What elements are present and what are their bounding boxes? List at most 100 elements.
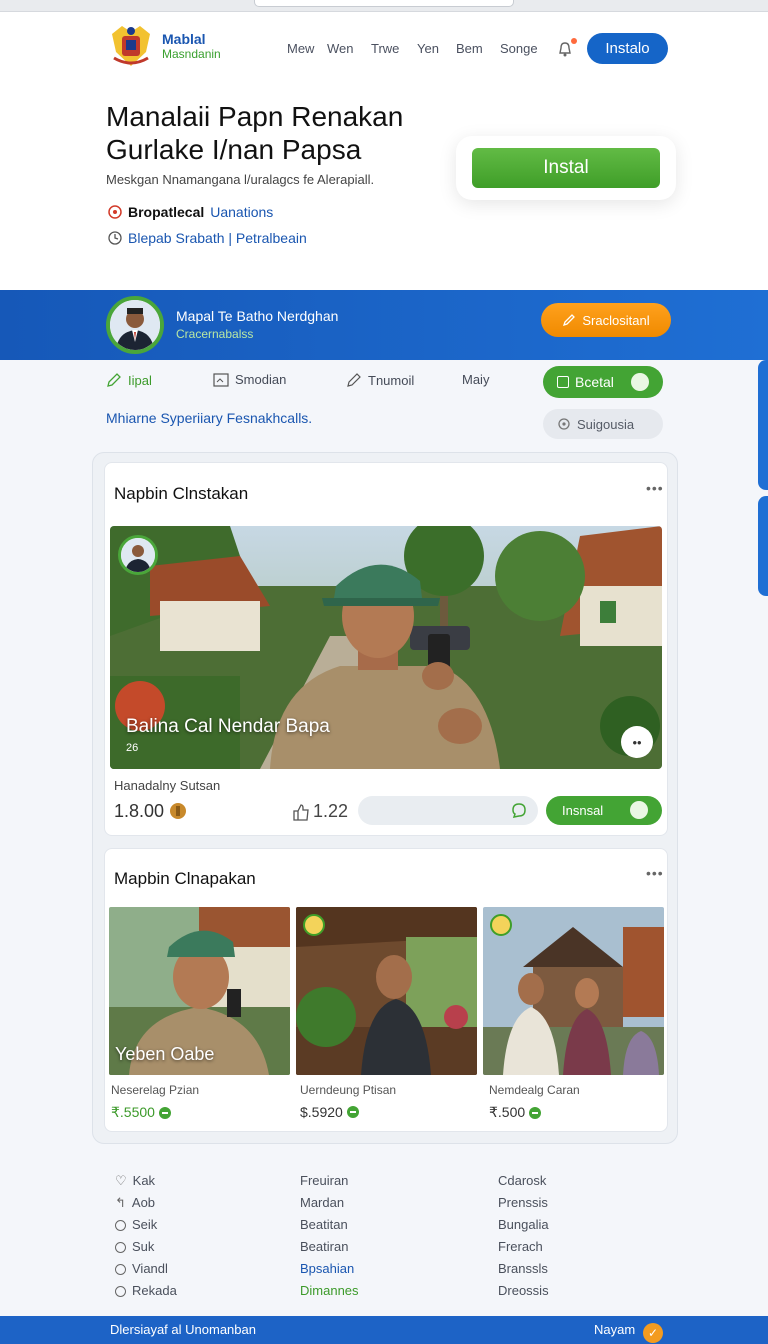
photo-caption: Balina Cal Nendar Bapa — [126, 716, 330, 737]
circle-icon — [115, 1219, 126, 1231]
add-icon[interactable] — [529, 1106, 542, 1119]
gallery-title: Mapbin Clnapakan — [114, 869, 256, 888]
hero-subtitle: Meskgan Nnamangana l/uralagcs fe Alerapi… — [106, 172, 375, 187]
checkbox-icon — [557, 376, 569, 388]
image-icon — [213, 372, 229, 387]
tab-1[interactable]: Iipal — [106, 372, 152, 388]
pencil-icon — [563, 314, 576, 327]
footer-link-label: Viandl — [132, 1261, 168, 1276]
coat-of-arms-logo[interactable] — [108, 22, 154, 68]
footer-link[interactable]: Prenssis — [498, 1192, 549, 1214]
tab-2[interactable]: Smodian — [213, 372, 286, 387]
tab-3[interactable]: Tnumoil — [346, 372, 414, 388]
profile-subtitle: Cracernabalss — [176, 327, 254, 341]
photo-author-avatar[interactable] — [118, 535, 158, 575]
nav-item-4[interactable]: Yen — [417, 41, 439, 56]
hero-title-line-1: Manalaii Papn Renakan — [106, 101, 404, 132]
nav-item-5[interactable]: Bem — [456, 41, 483, 56]
footer-column-2: Freuiran Mardan Beatitan Beatiran Bpsahi… — [300, 1170, 359, 1302]
footer-link[interactable]: Seik — [115, 1214, 177, 1236]
profile-action-label: Sraclositanl — [582, 312, 650, 328]
footer-link-label: Rekada — [132, 1283, 177, 1298]
footer-link[interactable]: Viandl — [115, 1258, 177, 1280]
tile-photo — [296, 907, 477, 1075]
gallery-tile-3[interactable] — [483, 907, 664, 1075]
footer-link[interactable]: Beatiran — [300, 1236, 359, 1258]
circle-icon — [115, 1263, 126, 1275]
tile-price-2: $.5920 — [300, 1104, 359, 1120]
photo-meta: 26 — [126, 742, 139, 754]
hero-feature-row-1: Bropatlecal Uanations — [108, 204, 273, 220]
edit-icon — [107, 373, 121, 387]
footer-link[interactable]: Beatitan — [300, 1214, 359, 1236]
tile-price-value-1: ₹.5500 — [111, 1104, 155, 1120]
footer-column-3: Cdarosk Prenssis Bungalia Frerach Branss… — [498, 1170, 549, 1302]
add-icon[interactable] — [346, 1106, 359, 1118]
active-filter-pill[interactable]: Bcetal — [543, 366, 663, 398]
tab-4[interactable]: Maiy — [462, 372, 489, 387]
card-title: Napbin Clnstakan — [114, 484, 249, 503]
bottom-bar-action[interactable]: Nayam — [594, 1322, 635, 1337]
footer-link[interactable]: Mardan — [300, 1192, 359, 1214]
hero-title: Manalaii Papn Renakan Gurlake I/nan Paps… — [106, 100, 436, 166]
brand-tagline: Masndanin — [162, 47, 221, 61]
profile-action-button[interactable]: Sraclositanl — [541, 303, 671, 337]
nav-item-2[interactable]: Wen — [327, 41, 354, 56]
footer-link[interactable]: Suk — [115, 1236, 177, 1258]
footer-link-label: Seik — [132, 1217, 158, 1232]
info-link[interactable]: Mhiarne Syperiiary Fesnakhcalls. — [106, 410, 312, 426]
footer-link[interactable]: Frerach — [498, 1236, 549, 1258]
tile-name-2: Uerndeung Ptisan — [300, 1083, 397, 1097]
footer-link[interactable]: Rekada — [115, 1280, 177, 1302]
person-portrait-icon — [121, 538, 155, 572]
nav-item-6[interactable]: Songe — [500, 41, 538, 56]
pen-icon — [347, 373, 361, 387]
secondary-pill-label: Suigousia — [577, 416, 635, 432]
bottom-bar-text[interactable]: Dlersiayaf al Unomanban — [110, 1322, 256, 1337]
circle-icon — [115, 1241, 126, 1253]
tile-photo — [483, 907, 664, 1075]
person-portrait-icon — [110, 300, 160, 350]
footer-link-label: Suk — [132, 1239, 155, 1254]
profile-avatar[interactable] — [106, 296, 164, 354]
hero-title-line-2: Gurlake I/nan Papsa — [106, 134, 362, 165]
footer-link[interactable]: Dreossis — [498, 1280, 549, 1302]
feature-link-2[interactable]: Blepab Srabath | Petralbeain — [128, 230, 307, 246]
tile-name-1: Neserelag Pzian — [111, 1083, 200, 1097]
tile-price-1: ₹.5500 — [111, 1104, 171, 1121]
nav-item-1[interactable]: Mew — [287, 41, 314, 56]
tile-price-3: ₹.500 — [489, 1104, 542, 1121]
feature-link[interactable]: Uanations — [210, 204, 273, 220]
install-primary-button[interactable]: Instal — [472, 148, 660, 188]
footer-link[interactable]: Freuiran — [300, 1170, 359, 1192]
footer-link[interactable]: ♡ Kak — [115, 1170, 177, 1192]
like-counter[interactable]: 1.22 — [293, 801, 348, 822]
more-options-icon[interactable]: ••• — [646, 865, 664, 881]
notification-badge — [571, 38, 577, 44]
install-header-button[interactable]: Instalo — [587, 33, 668, 64]
thumbs-up-icon — [293, 803, 309, 821]
footer-link-label: Aob — [131, 1195, 156, 1210]
chevron-bubble-icon — [631, 373, 649, 391]
tab-1-label: Iipal — [128, 372, 152, 388]
footer-link[interactable]: Dimannes — [300, 1280, 359, 1302]
footer-link[interactable]: Cdarosk — [498, 1170, 549, 1192]
tile-name-3: Nemdealg Caran — [489, 1083, 580, 1097]
add-icon[interactable] — [158, 1106, 171, 1119]
side-tab-1[interactable] — [758, 360, 768, 490]
footer-link[interactable]: Bungalia — [498, 1214, 549, 1236]
bottom-bar-badge-icon[interactable]: ✓ — [643, 1323, 663, 1343]
heart-icon: ♡ — [115, 1173, 127, 1188]
nav-item-3[interactable]: Trwe — [371, 41, 399, 56]
footer-link[interactable]: Branssls — [498, 1258, 549, 1280]
card-install-button[interactable]: Insnsal — [546, 796, 662, 825]
gallery-tile-2[interactable] — [296, 907, 477, 1075]
side-tab-2[interactable] — [758, 496, 768, 596]
more-options-icon[interactable]: ••• — [646, 480, 664, 496]
comment-bubble-icon[interactable] — [511, 802, 527, 818]
secondary-filter-pill[interactable]: Suigousia — [543, 409, 663, 439]
footer-link[interactable]: Bpsahian — [300, 1258, 359, 1280]
footer-link[interactable]: ↰ Aob — [115, 1192, 177, 1214]
photo-more-button[interactable]: •• — [621, 726, 653, 758]
address-bar[interactable] — [254, 0, 514, 7]
